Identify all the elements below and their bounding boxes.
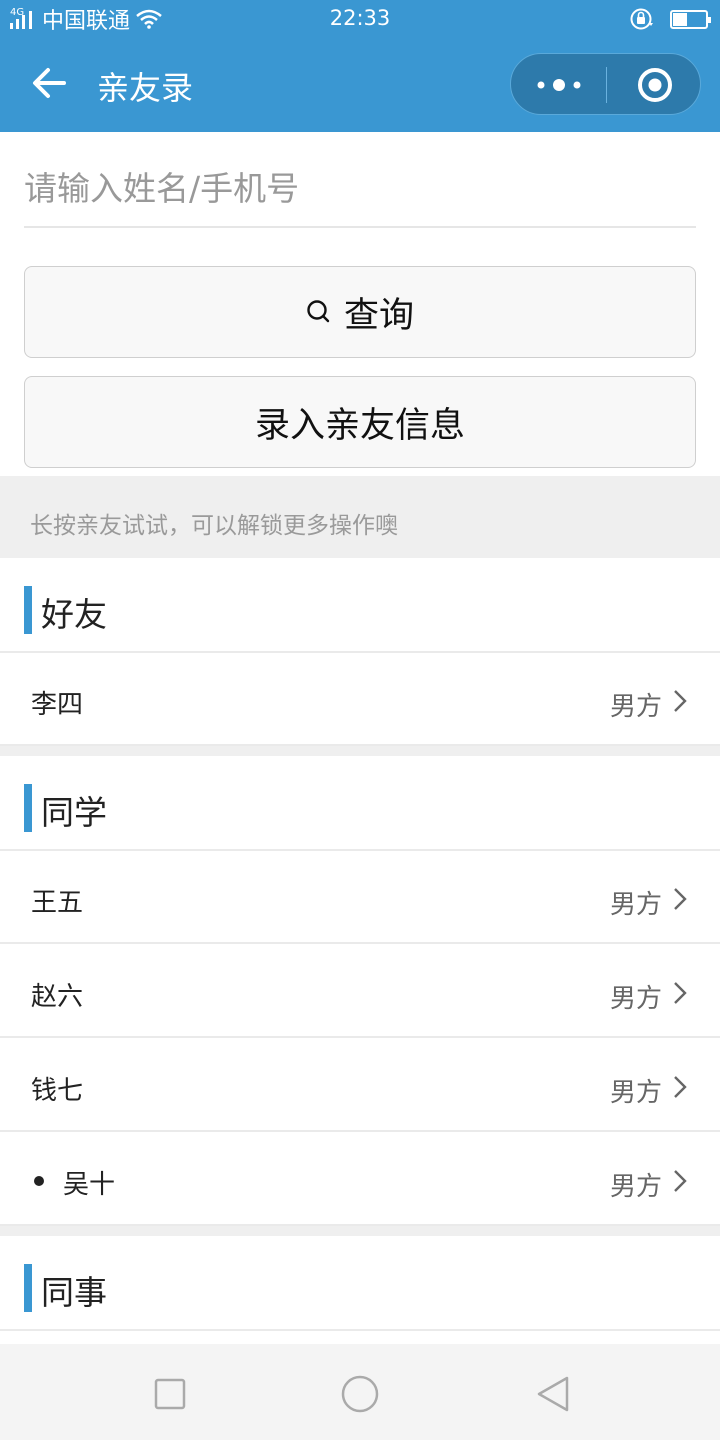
more-dots-icon[interactable] — [531, 70, 587, 100]
query-button[interactable]: 查询 — [24, 266, 696, 358]
contact-side: 男方 — [609, 890, 662, 920]
mini-program-capsule — [510, 53, 701, 115]
contact-name: 吴十 — [63, 1170, 116, 1200]
section-accent-bar — [24, 1264, 32, 1312]
add-contact-button[interactable]: 录入亲友信息 — [24, 376, 696, 468]
contact-name: 钱七 — [31, 1076, 84, 1106]
capsule-divider — [606, 67, 607, 103]
contact-side: 男方 — [609, 1078, 662, 1108]
contact-row[interactable]: 王五 男方 — [0, 852, 720, 944]
chevron-right-icon — [674, 888, 687, 910]
query-button-label: 查询 — [343, 295, 414, 336]
group-gap — [0, 1226, 720, 1236]
section-accent-bar — [24, 586, 32, 634]
bullet-dot-icon — [34, 1176, 44, 1186]
status-right — [630, 7, 711, 31]
battery-icon — [670, 9, 711, 29]
triangle-back-icon[interactable] — [533, 1374, 573, 1414]
add-contact-button-label: 录入亲友信息 — [254, 405, 465, 446]
search-icon — [307, 300, 330, 323]
hint-text: 长按亲友试试，可以解锁更多操作噢 — [30, 513, 398, 539]
circle-icon[interactable] — [340, 1374, 380, 1414]
arrow-left-icon[interactable] — [26, 60, 72, 106]
contact-name: 李四 — [31, 690, 84, 720]
section-accent-bar — [24, 784, 32, 832]
chevron-right-icon — [674, 690, 687, 712]
square-icon[interactable] — [150, 1374, 190, 1414]
chevron-right-icon — [674, 982, 687, 1004]
group-header-classmates: 同学 — [0, 756, 720, 851]
clock: 22:33 — [329, 6, 391, 30]
group-header-colleagues: 同事 — [0, 1236, 720, 1331]
chevron-right-icon — [674, 1076, 687, 1098]
group-header-friends: 好友 — [0, 558, 720, 653]
group-gap — [0, 746, 720, 756]
contact-side: 男方 — [609, 1172, 662, 1202]
page-title: 亲友录 — [97, 69, 194, 107]
contact-row[interactable]: 李四 男方 — [0, 654, 720, 746]
hint-bar: 长按亲友试试，可以解锁更多操作噢 — [0, 476, 720, 558]
group-title: 好友 — [41, 595, 107, 634]
contact-row[interactable]: 吴十 男方 — [0, 1134, 720, 1226]
chevron-right-icon — [674, 1170, 687, 1192]
contact-row[interactable]: 钱七 男方 — [0, 1040, 720, 1132]
contact-side: 男方 — [609, 984, 662, 1014]
system-nav-bar — [0, 1344, 720, 1440]
contact-side: 男方 — [609, 692, 662, 722]
nav-bar: 亲友录 — [0, 38, 720, 132]
status-bar: 4G 中国联通 22:33 — [0, 0, 720, 38]
group-title: 同事 — [41, 1273, 107, 1312]
target-circle-icon[interactable] — [636, 66, 674, 104]
search-input[interactable] — [24, 150, 696, 228]
battery-fill — [673, 12, 687, 26]
contact-name: 王五 — [31, 888, 84, 918]
rotation-lock-icon — [630, 8, 653, 30]
contact-name: 赵六 — [31, 982, 84, 1012]
contact-row[interactable]: 赵六 男方 — [0, 946, 720, 1038]
group-title: 同学 — [41, 793, 107, 832]
